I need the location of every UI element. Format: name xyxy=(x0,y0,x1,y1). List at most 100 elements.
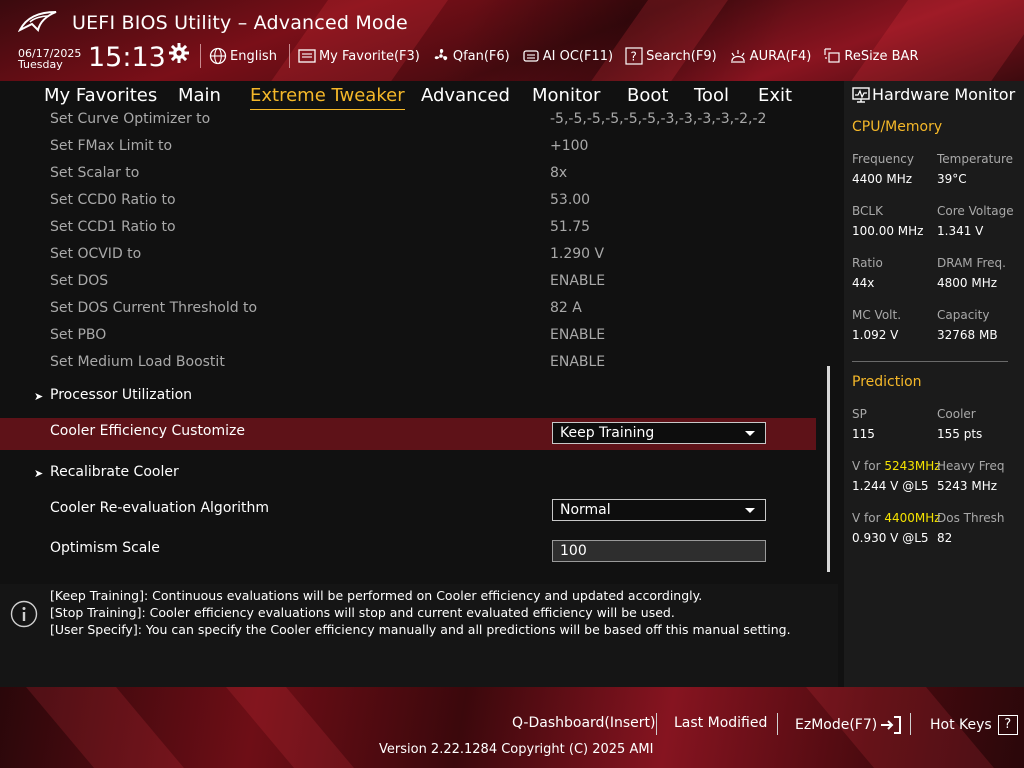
setting-label: Set DOS Current Threshold to xyxy=(50,300,258,316)
setting-value: ENABLE xyxy=(550,327,606,343)
hw-value: 0.930 V @L5 xyxy=(852,531,929,545)
footer-decoration xyxy=(226,687,354,768)
setting-label: Set CCD1 Ratio to xyxy=(50,219,176,235)
hw-label-prefix: V for xyxy=(852,459,885,473)
setting-label: Set Medium Load Boostit xyxy=(50,354,225,370)
main-panel: My Favorites Main Extreme Tweaker Advanc… xyxy=(0,81,838,577)
footer-bar: Q-Dashboard(Insert) Last Modified EzMode… xyxy=(0,687,1024,768)
tab-exit[interactable]: Exit xyxy=(758,85,792,106)
hw-label: Cooler xyxy=(937,407,976,421)
hw-label: Ratio xyxy=(852,256,883,270)
hw-label-freq: 4400MHz xyxy=(884,511,941,525)
hw-value: 1.341 V xyxy=(937,224,984,238)
setting-label: Set CCD0 Ratio to xyxy=(50,192,176,208)
top-header: UEFI BIOS Utility – Advanced Mode 06/17/… xyxy=(0,0,1024,81)
cooler-efficiency-value: Keep Training xyxy=(560,425,655,441)
hw-value: 82 xyxy=(937,531,953,545)
resize-bar-label: ReSize BAR xyxy=(844,48,919,64)
hot-keys-label: Hot Keys xyxy=(930,717,992,733)
setting-value: +100 xyxy=(550,138,589,154)
scrollbar[interactable] xyxy=(827,366,830,572)
hw-value: 4400 MHz xyxy=(852,172,913,186)
hw-value: 1.244 V @L5 xyxy=(852,479,929,493)
last-modified-button[interactable]: Last Modified xyxy=(674,715,767,731)
ez-mode-label: EzMode(F7) xyxy=(795,717,878,733)
language-button[interactable]: English xyxy=(209,47,277,65)
hw-value: 5243 MHz xyxy=(937,479,998,493)
reevaluation-value: Normal xyxy=(560,502,611,518)
hw-divider xyxy=(852,361,1008,362)
gear-icon[interactable] xyxy=(168,42,190,64)
search-button[interactable]: ? Search(F9) xyxy=(625,47,717,65)
aura-button[interactable]: AURA(F4) xyxy=(729,48,811,64)
hw-value: 100.00 MHz xyxy=(852,224,924,238)
ai-oc-button[interactable]: AI OC(F11) xyxy=(522,48,613,64)
processor-utilization-link[interactable]: Processor Utilization xyxy=(50,387,192,403)
rog-logo-icon xyxy=(18,11,57,33)
hw-label: Capacity xyxy=(937,308,990,322)
help-panel: [Keep Training]: Continuous evaluations … xyxy=(0,584,838,687)
app-title: UEFI BIOS Utility – Advanced Mode xyxy=(72,12,408,34)
setting-value: -5,-5,-5,-5,-5,-5,-3,-3,-3,-3,-2,-2 xyxy=(550,111,767,127)
setting-label: Set PBO xyxy=(50,327,107,343)
hw-value: 1.092 V xyxy=(852,328,899,342)
toolbar-divider xyxy=(288,44,290,68)
setting-label: Set Scalar to xyxy=(50,165,140,181)
setting-value: 8x xyxy=(550,165,568,181)
toolbar-divider xyxy=(200,44,201,68)
header-decoration xyxy=(584,0,736,81)
globe-icon xyxy=(209,47,227,65)
fan-icon xyxy=(434,49,448,61)
qfan-label: Qfan(F6) xyxy=(452,48,510,64)
optimism-scale-input[interactable]: 100 xyxy=(552,540,766,562)
hw-label: V for 4400MHz xyxy=(852,511,941,525)
header-decoration xyxy=(844,0,1024,81)
clock-display[interactable]: 15:13 xyxy=(88,42,166,73)
tab-monitor[interactable]: Monitor xyxy=(532,85,600,106)
resize-bar-button[interactable]: ReSize BAR xyxy=(823,47,918,65)
hw-label: Frequency xyxy=(852,152,914,166)
menu-tabs: My Favorites Main Extreme Tweaker Advanc… xyxy=(0,81,838,111)
cooler-efficiency-dropdown[interactable]: Keep Training xyxy=(552,422,766,444)
hw-label: MC Volt. xyxy=(852,308,902,322)
chevron-down-icon xyxy=(745,431,755,436)
ai-oc-icon xyxy=(523,50,539,62)
day-display: Tuesday xyxy=(18,58,63,71)
recalibrate-cooler-link[interactable]: Recalibrate Cooler xyxy=(50,464,179,480)
setting-label: Set Curve Optimizer to xyxy=(50,111,211,127)
setting-value: 51.75 xyxy=(550,219,591,235)
search-icon: ? xyxy=(625,47,643,65)
footer-decoration xyxy=(26,687,184,768)
hw-value: 115 xyxy=(852,427,875,441)
tab-my-favorites[interactable]: My Favorites xyxy=(44,85,157,106)
reevaluation-dropdown[interactable]: Normal xyxy=(552,499,766,521)
my-favorite-button[interactable]: My Favorite(F3) xyxy=(298,48,420,64)
ez-mode-button[interactable]: EzMode(F7) xyxy=(795,715,902,735)
svg-text:?: ? xyxy=(631,50,637,64)
monitor-icon xyxy=(852,87,870,103)
hw-value: 155 pts xyxy=(937,427,983,441)
setting-label: Set OCVID to xyxy=(50,246,142,262)
optimism-scale-value: 100 xyxy=(560,543,587,559)
tab-extreme-tweaker[interactable]: Extreme Tweaker xyxy=(250,85,405,110)
tab-main[interactable]: Main xyxy=(178,85,221,106)
hw-label: BCLK xyxy=(852,204,883,218)
help-text: [Stop Training]: Cooler efficiency evalu… xyxy=(50,605,675,620)
hw-label: Heavy Freq xyxy=(937,459,1005,473)
submenu-arrow-icon: ➤ xyxy=(34,467,44,480)
hw-label: Core Voltage xyxy=(937,204,1014,218)
tab-tool[interactable]: Tool xyxy=(694,85,729,106)
hot-keys-button[interactable]: Hot Keys ? xyxy=(930,715,1018,735)
setting-value: ENABLE xyxy=(550,354,606,370)
q-dashboard-button[interactable]: Q-Dashboard(Insert) xyxy=(512,715,656,731)
submenu-arrow-icon: ➤ xyxy=(34,390,44,403)
qfan-button[interactable]: Qfan(F6) xyxy=(432,47,510,65)
setting-value: 82 A xyxy=(550,300,582,316)
tab-boot[interactable]: Boot xyxy=(627,85,668,106)
help-text: [User Specify]: You can specify the Cool… xyxy=(50,622,791,637)
hw-label-prefix: V for xyxy=(852,511,885,525)
tab-advanced[interactable]: Advanced xyxy=(421,85,510,106)
setting-label: Set FMax Limit to xyxy=(50,138,173,154)
hw-label-freq: 5243MHz xyxy=(884,459,941,473)
favorite-icon xyxy=(298,49,316,63)
